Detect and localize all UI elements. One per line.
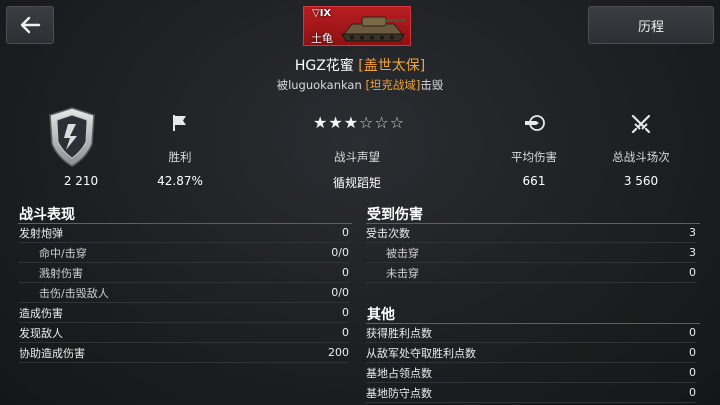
- reputation-stars: ★★★☆☆☆: [313, 113, 405, 132]
- player-clan: [盖世太保]: [358, 58, 426, 74]
- killed-by-line: 被luguokankan [坦克战域]击毁: [276, 78, 444, 92]
- stat-row-label: 命中/击穿: [39, 246, 87, 260]
- flag-icon: [173, 115, 186, 131]
- tank-icon: [341, 16, 405, 42]
- tier-chevron-icon: ▽: [312, 8, 320, 19]
- win-label: 胜利: [168, 150, 192, 164]
- stat-row-label: 受击次数: [366, 226, 410, 240]
- stat-row-label: 未击穿: [386, 266, 419, 280]
- reputation-value: 循规蹈矩: [332, 176, 381, 190]
- arrow-left-icon: [20, 16, 41, 34]
- stat-row-label: 溅射伤害: [39, 266, 83, 280]
- star-empty-icon: ☆: [389, 113, 406, 132]
- stat-row-value: 0: [342, 306, 349, 319]
- stat-row: 未击穿 0: [366, 263, 696, 283]
- stat-row: 溅射伤害 0: [19, 263, 349, 283]
- stat-row-label: 发射炮弹: [19, 226, 63, 240]
- stat-row-value: 0/0: [331, 246, 349, 259]
- stat-row: 获得胜利点数 0: [366, 323, 696, 343]
- stat-row: 命中/击穿 0/0: [19, 243, 349, 263]
- stat-row-label: 发现敌人: [19, 326, 63, 340]
- stat-row: 受击次数 3: [366, 223, 696, 243]
- stat-row-label: 基地占领点数: [366, 366, 432, 380]
- stat-row-value: 0: [342, 326, 349, 339]
- shell-hit-icon: [525, 115, 545, 131]
- star-empty-icon: ☆: [359, 113, 375, 132]
- stat-row: 造成伤害 0: [19, 303, 349, 323]
- crossed-swords-icon: [631, 114, 651, 134]
- reputation-label: 战斗声望: [334, 150, 380, 164]
- win-value: 42.87%: [157, 174, 203, 188]
- player-name: HGZ花蜜: [294, 58, 354, 74]
- vehicle-name: 土龟: [311, 32, 333, 45]
- stat-row: 发射炮弹 0: [19, 223, 349, 243]
- stat-row-value: 0: [689, 266, 696, 279]
- stat-row: 发现敌人 0: [19, 323, 349, 343]
- stat-row-value: 0: [342, 226, 349, 239]
- stat-row-value: 3: [689, 246, 696, 259]
- killer-clan: [坦克战域]: [365, 78, 421, 92]
- stat-row-label: 基地防守点数: [366, 386, 432, 400]
- stat-row-value: 3: [689, 226, 696, 239]
- vehicle-badge: ▽IX 土龟: [303, 6, 411, 46]
- stat-row-value: 0: [342, 266, 349, 279]
- stat-row-label: 协助造成伤害: [19, 346, 85, 360]
- vehicle-tier: ▽IX: [312, 8, 332, 19]
- star-empty-icon: ☆: [374, 113, 390, 132]
- battles-label: 总战斗场次: [612, 150, 670, 164]
- star-filled-icon: ★: [313, 113, 329, 132]
- stat-row-value: 0: [689, 386, 696, 399]
- stat-row-value: 0: [689, 326, 696, 339]
- stat-row-label: 被击穿: [386, 246, 419, 260]
- combat-section-title: 战斗表现: [19, 207, 75, 223]
- stat-row-value: 200: [328, 346, 349, 359]
- stat-row: 基地防守点数 0: [366, 383, 696, 403]
- stat-row: 从敌军处夺取胜利点数 0: [366, 343, 696, 363]
- received-section-title: 受到伤害: [367, 207, 423, 223]
- stat-row-value: 0: [689, 366, 696, 379]
- stat-row-label: 造成伤害: [19, 306, 63, 320]
- player-name-line: HGZ花蜜 [盖世太保]: [0, 55, 720, 75]
- other-section-title: 其他: [367, 307, 395, 323]
- stat-row: 击伤/击毁敌人 0/0: [19, 283, 349, 303]
- stat-row-label: 获得胜利点数: [366, 326, 432, 340]
- stat-row: 基地占领点数 0: [366, 363, 696, 383]
- stat-row: 被击穿 3: [366, 243, 696, 263]
- stat-row-value: 0/0: [331, 286, 349, 299]
- rank-shield-icon: [49, 107, 95, 167]
- star-filled-icon: ★: [343, 113, 360, 132]
- stat-row-label: 击伤/击毁敌人: [39, 286, 109, 300]
- stat-row-label: 从敌军处夺取胜利点数: [366, 346, 476, 360]
- back-button[interactable]: [6, 6, 54, 44]
- battles-value: 3 560: [623, 174, 659, 188]
- star-filled-icon: ★: [328, 113, 344, 132]
- killer-name: luguokankan: [288, 78, 362, 92]
- stat-row: 协助造成伤害 200: [19, 343, 349, 363]
- stat-row-value: 0: [689, 346, 696, 359]
- history-button[interactable]: 历程: [588, 6, 714, 44]
